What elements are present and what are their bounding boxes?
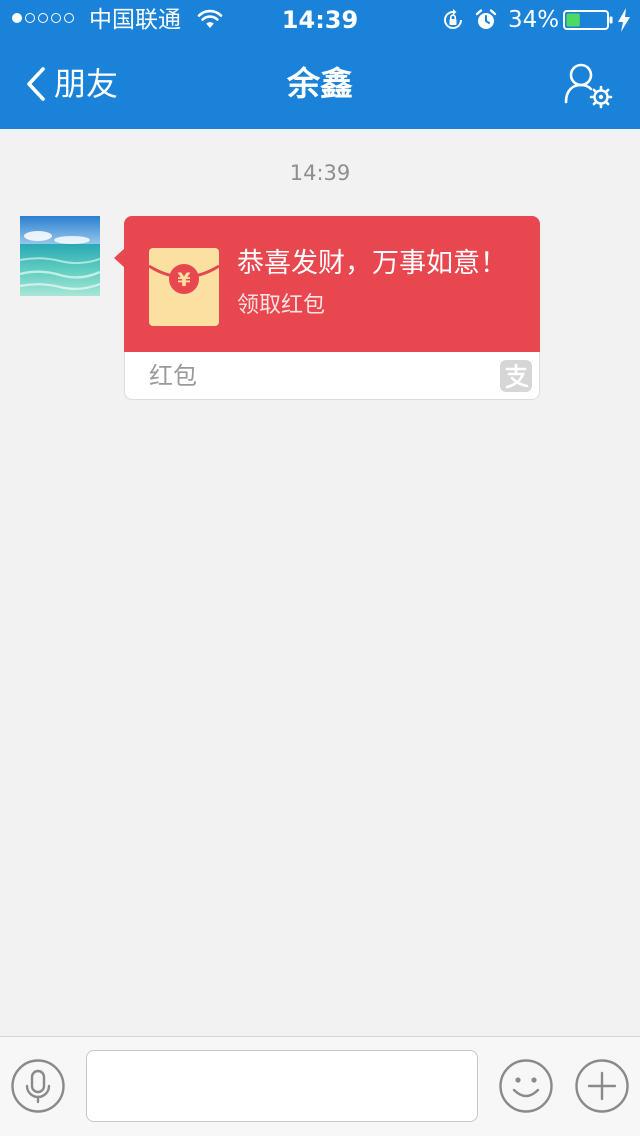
alarm-clock-icon [475, 9, 497, 29]
microphone-icon[interactable] [11, 1059, 65, 1113]
red-packet-message[interactable]: ¥ 恭喜发财，万事如意！ 领取红包 红包 [114, 216, 540, 400]
input-bar [0, 1036, 640, 1136]
plus-icon[interactable] [575, 1059, 629, 1113]
avatar-image [20, 216, 100, 296]
chat-area[interactable]: 14:39 ¥ 恭喜发财，万事如意！ 领取红包 红包 [0, 129, 640, 1036]
red-packet-greeting: 恭喜发财，万事如意！ [237, 248, 507, 279]
profile-settings-icon[interactable] [560, 60, 616, 110]
alipay-icon [500, 360, 532, 392]
red-packet-action: 领取红包 [237, 293, 326, 318]
battery-icon [563, 10, 613, 30]
smiley-icon[interactable] [499, 1059, 553, 1113]
svg-text:¥: ¥ [177, 269, 190, 291]
chat-screen: 中国联通 14:39 34% 朋友 余鑫 14:39 ¥ 恭喜发财，万事如意！ … [0, 0, 640, 1136]
red-packet-body: ¥ 恭喜发财，万事如意！ 领取红包 [124, 216, 540, 352]
red-packet-label: 红包 [149, 362, 197, 390]
charging-bolt-icon [618, 8, 630, 32]
red-packet-footer: 红包 [124, 352, 540, 400]
page-title: 余鑫 [287, 64, 353, 103]
avatar[interactable] [20, 216, 100, 296]
red-envelope-icon: ¥ [149, 248, 219, 326]
nav-bar: 朋友 余鑫 [0, 40, 640, 129]
rotation-lock-icon [444, 9, 462, 29]
header: 中国联通 14:39 34% 朋友 余鑫 [0, 0, 640, 129]
status-bar: 中国联通 14:39 34% [0, 0, 640, 40]
message-timestamp: 14:39 [289, 161, 351, 185]
battery-percentage: 34% [508, 7, 560, 33]
message-input[interactable] [86, 1050, 478, 1122]
